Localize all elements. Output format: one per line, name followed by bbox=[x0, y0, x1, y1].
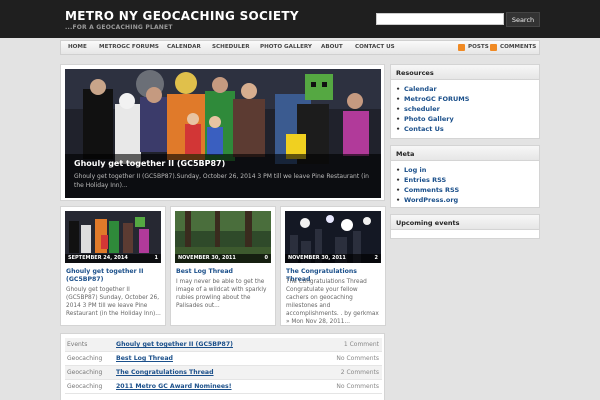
recent-posts-list: Events Ghouly get together II (GC5BP87) … bbox=[60, 333, 385, 400]
featured-post: Ghouly get together II (GC5BP87) Ghouly … bbox=[60, 64, 385, 201]
resource-link-calendar[interactable]: Calendar bbox=[396, 84, 534, 94]
meta-widget: Meta Log in Entries RSS Comments RSS Wor… bbox=[390, 145, 540, 208]
post-title-link[interactable]: 2011 Metro GC Award Nominees! bbox=[116, 383, 232, 390]
post-category[interactable]: Geocaching bbox=[67, 355, 102, 362]
nav-item-home[interactable]: HOME bbox=[68, 41, 87, 54]
meta-link-wordpress[interactable]: WordPress.org bbox=[396, 195, 534, 205]
list-item: Geocaching Best Log Thread No Comments bbox=[65, 352, 382, 366]
post-date-bar: NOVEMBER 30, 2011 2 bbox=[285, 254, 381, 263]
meta-link-login[interactable]: Log in bbox=[396, 165, 534, 175]
post-date: SEPTEMBER 24, 2014 bbox=[68, 255, 128, 261]
meta-link-comments-rss[interactable]: Comments RSS bbox=[396, 185, 534, 195]
search-input[interactable] bbox=[376, 13, 504, 25]
post-comments-link[interactable]: 1 Comment bbox=[344, 341, 379, 348]
widget-title: Upcoming events bbox=[391, 215, 539, 230]
rss-icon bbox=[458, 44, 465, 51]
nav-item-scheduler[interactable]: SCHEDULER bbox=[212, 41, 250, 54]
post-title-link[interactable]: Best Log Thread bbox=[116, 355, 173, 362]
post-date: NOVEMBER 30, 2011 bbox=[288, 255, 346, 261]
post-date-bar: SEPTEMBER 24, 2014 1 bbox=[65, 254, 161, 263]
post-thumbnail[interactable]: NOVEMBER 30, 2011 0 bbox=[175, 211, 271, 263]
nav-item-about[interactable]: ABOUT bbox=[321, 41, 343, 54]
comment-count[interactable]: 2 bbox=[375, 255, 378, 261]
post-title-link[interactable]: Ghouly get together II (GC5BP87) bbox=[116, 341, 233, 348]
post-category[interactable]: Geocaching bbox=[67, 369, 102, 376]
featured-caption: Ghouly get together II (GC5BP87) Ghouly … bbox=[65, 154, 381, 198]
post-excerpt: The Congratulations Thread Congratulate … bbox=[286, 279, 379, 325]
comments-feed-link[interactable]: COMMENTS bbox=[500, 41, 536, 54]
post-thumbnail[interactable]: SEPTEMBER 24, 2014 1 bbox=[65, 211, 161, 263]
list-item: Events Ghouly get together II (GC5BP87) … bbox=[65, 338, 382, 352]
nav-item-forums[interactable]: METROGC FORUMS bbox=[99, 41, 159, 54]
main-navigation: HOME METROGC FORUMS CALENDAR SCHEDULER P… bbox=[60, 40, 540, 55]
resource-link-forums[interactable]: MetroGC FORUMS bbox=[396, 94, 534, 104]
post-card: SEPTEMBER 24, 2014 1 Ghouly get together… bbox=[60, 206, 166, 326]
meta-link-entries-rss[interactable]: Entries RSS bbox=[396, 175, 534, 185]
rss-icon bbox=[490, 44, 497, 51]
post-comments-link[interactable]: No Comments bbox=[336, 383, 379, 390]
post-title[interactable]: Ghouly get together II (GC5BP87) bbox=[66, 268, 161, 284]
featured-post-title[interactable]: Ghouly get together II (GC5BP87) bbox=[74, 159, 225, 168]
post-card: NOVEMBER 30, 2011 2 The Congratulations … bbox=[280, 206, 386, 326]
comment-count[interactable]: 1 bbox=[155, 255, 158, 261]
nav-item-photo-gallery[interactable]: PHOTO GALLERY bbox=[260, 41, 312, 54]
featured-post-excerpt: Ghouly get together II (GC5BP87).Sunday,… bbox=[74, 173, 369, 189]
post-date: NOVEMBER 30, 2011 bbox=[178, 255, 236, 261]
site-title[interactable]: METRO NY GEOCACHING SOCIETY bbox=[65, 9, 299, 23]
upcoming-events-widget: Upcoming events bbox=[390, 214, 540, 239]
post-category[interactable]: Geocaching bbox=[67, 383, 102, 390]
post-date-bar: NOVEMBER 30, 2011 0 bbox=[175, 254, 271, 263]
list-item: Geocaching The Congratulations Thread 2 … bbox=[65, 366, 382, 380]
nav-item-contact[interactable]: CONTACT US bbox=[355, 41, 395, 54]
post-title[interactable]: Best Log Thread bbox=[176, 268, 271, 276]
post-thumbnail[interactable]: NOVEMBER 30, 2011 2 bbox=[285, 211, 381, 263]
resources-widget: Resources Calendar MetroGC FORUMS schedu… bbox=[390, 64, 540, 139]
post-comments-link[interactable]: No Comments bbox=[336, 355, 379, 362]
post-card: NOVEMBER 30, 2011 0 Best Log Thread I ma… bbox=[170, 206, 276, 326]
resource-link-photo-gallery[interactable]: Photo Gallery bbox=[396, 114, 534, 124]
post-excerpt: I may never be able to get the image of … bbox=[176, 279, 267, 309]
posts-feed-link[interactable]: POSTS bbox=[468, 41, 489, 54]
comment-count[interactable]: 0 bbox=[265, 255, 268, 261]
widget-title: Meta bbox=[391, 146, 539, 161]
resource-link-contact[interactable]: Contact Us bbox=[396, 124, 534, 134]
post-excerpt: Ghouly get together II (GC5BP87) Sunday,… bbox=[66, 287, 161, 317]
nav-item-calendar[interactable]: CALENDAR bbox=[167, 41, 201, 54]
post-category[interactable]: Events bbox=[67, 341, 87, 348]
resource-link-scheduler[interactable]: scheduler bbox=[396, 104, 534, 114]
post-title-link[interactable]: The Congratulations Thread bbox=[116, 369, 214, 376]
list-item: Geocaching 2011 Metro GC Award Nominees!… bbox=[65, 380, 382, 394]
search-button[interactable]: Search bbox=[506, 12, 540, 27]
site-header: METRO NY GEOCACHING SOCIETY ...FOR A GEO… bbox=[0, 0, 600, 38]
post-comments-link[interactable]: 2 Comments bbox=[341, 369, 379, 376]
site-tagline: ...FOR A GEOCACHING PLANET bbox=[65, 24, 173, 31]
widget-title: Resources bbox=[391, 65, 539, 80]
